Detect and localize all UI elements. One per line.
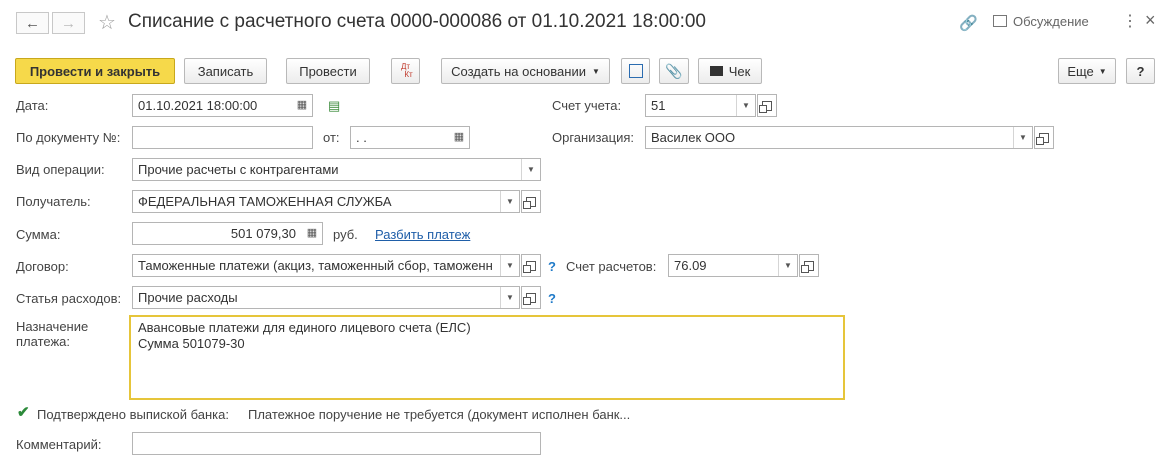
purpose-textarea[interactable]: Авансовые платежи для единого лицевого с… bbox=[129, 315, 845, 400]
settlement-account-label: Счет расчетов: bbox=[566, 259, 657, 274]
purpose-line-2: Сумма 501079-30 bbox=[138, 336, 245, 351]
calculator-icon[interactable]: ▦ bbox=[302, 223, 322, 244]
forward-button[interactable]: → bbox=[52, 12, 85, 34]
doc-date-field[interactable]: . . ▦ bbox=[350, 126, 470, 149]
contract-label: Договор: bbox=[16, 259, 69, 274]
purpose-label-line1: Назначение bbox=[16, 319, 89, 334]
settlement-account-select[interactable]: 76.09 ▼ bbox=[668, 254, 798, 277]
account-select[interactable]: 51 ▼ bbox=[645, 94, 756, 117]
from-label: от: bbox=[323, 130, 340, 145]
confirmed-label: Подтверждено выпиской банка: bbox=[37, 407, 229, 422]
arrow-left-icon: ← bbox=[25, 14, 40, 32]
open-settlement-account-button[interactable] bbox=[799, 254, 819, 277]
date-label: Дата: bbox=[16, 98, 49, 113]
expense-value: Прочие расходы bbox=[138, 290, 238, 305]
receipt-label: Чек bbox=[728, 63, 751, 79]
contract-select[interactable]: Таможенные платежи (акциз, таможенный сб… bbox=[132, 254, 520, 277]
comment-field[interactable] bbox=[132, 432, 541, 455]
payment-order-status: Платежное поручение не требуется (докуме… bbox=[248, 407, 631, 422]
contract-help-icon[interactable]: ? bbox=[548, 259, 556, 274]
discussion-label: Обсуждение bbox=[1013, 14, 1089, 29]
organization-select[interactable]: Василек ООО ▼ bbox=[645, 126, 1033, 149]
structure-button[interactable] bbox=[621, 58, 650, 84]
chevron-down-icon[interactable]: ▼ bbox=[500, 191, 519, 212]
chat-icon bbox=[993, 15, 1007, 27]
comment-label: Комментарий: bbox=[16, 437, 102, 452]
dt-kt-button[interactable]: Дт Кт bbox=[391, 58, 420, 84]
chevron-down-icon: ▼ bbox=[591, 66, 600, 76]
purpose-label-line2: платежа: bbox=[16, 334, 70, 349]
arrow-right-icon: → bbox=[61, 14, 76, 32]
currency-label: руб. bbox=[333, 227, 358, 242]
date-field[interactable]: 01.10.2021 18:00:00 ▦ bbox=[132, 94, 313, 117]
chevron-down-icon[interactable]: ▼ bbox=[736, 95, 755, 116]
open-account-button[interactable] bbox=[757, 94, 777, 117]
link-icon[interactable]: 🔗 bbox=[959, 14, 978, 32]
open-icon bbox=[1036, 132, 1049, 145]
more-label: Еще bbox=[1067, 63, 1094, 79]
chevron-down-icon[interactable]: ▼ bbox=[500, 287, 519, 308]
create-based-on-label: Создать на основании bbox=[451, 63, 586, 79]
cash-register-icon bbox=[709, 66, 723, 76]
open-recipient-button[interactable] bbox=[521, 190, 541, 213]
open-icon bbox=[523, 260, 536, 273]
chevron-down-icon[interactable]: ▼ bbox=[1013, 127, 1032, 148]
open-icon bbox=[759, 100, 772, 113]
chevron-down-icon[interactable]: ▼ bbox=[521, 159, 540, 180]
split-payment-link[interactable]: Разбить платеж bbox=[375, 227, 470, 242]
calendar-icon[interactable]: ▦ bbox=[449, 127, 469, 148]
organization-label: Организация: bbox=[552, 130, 635, 145]
recipient-label: Получатель: bbox=[16, 194, 91, 209]
help-button[interactable]: ? bbox=[1126, 58, 1155, 84]
vertical-dots-icon[interactable]: ⋮ bbox=[1122, 11, 1138, 31]
hierarchy-icon bbox=[628, 64, 643, 78]
doc-number-label: По документу №: bbox=[16, 130, 121, 145]
paperclip-icon: 📎 bbox=[665, 62, 683, 79]
open-expense-button[interactable] bbox=[521, 286, 541, 309]
back-button[interactable]: ← bbox=[16, 12, 49, 34]
create-based-on-button[interactable]: Создать на основании ▼ bbox=[441, 58, 610, 84]
expense-select[interactable]: Прочие расходы ▼ bbox=[132, 286, 520, 309]
star-icon[interactable]: ☆ bbox=[98, 10, 116, 35]
more-button[interactable]: Еще ▼ bbox=[1058, 58, 1116, 84]
organization-value: Василек ООО bbox=[651, 130, 736, 145]
chevron-down-icon[interactable]: ▼ bbox=[500, 255, 519, 276]
recipient-select[interactable]: ФЕДЕРАЛЬНАЯ ТАМОЖЕННАЯ СЛУЖБА ▼ bbox=[132, 190, 520, 213]
kt-label: Кт bbox=[404, 70, 413, 79]
purpose-line-1: Авансовые платежи для единого лицевого с… bbox=[138, 320, 471, 335]
green-doc-icon[interactable]: ▤ bbox=[328, 98, 340, 114]
open-icon bbox=[801, 260, 814, 273]
close-icon[interactable]: × bbox=[1145, 10, 1156, 31]
post-and-close-button[interactable]: Провести и закрыть bbox=[15, 58, 175, 84]
open-icon bbox=[523, 196, 536, 209]
doc-number-field[interactable] bbox=[132, 126, 313, 149]
chevron-down-icon: ▼ bbox=[1098, 66, 1107, 76]
receipt-button[interactable]: Чек bbox=[698, 58, 762, 84]
recipient-value: ФЕДЕРАЛЬНАЯ ТАМОЖЕННАЯ СЛУЖБА bbox=[138, 194, 392, 209]
date-value: 01.10.2021 18:00:00 bbox=[138, 98, 258, 113]
expense-help-icon[interactable]: ? bbox=[548, 291, 556, 306]
account-label: Счет учета: bbox=[552, 98, 622, 113]
post-button[interactable]: Провести bbox=[286, 58, 370, 84]
open-icon bbox=[523, 292, 536, 305]
chevron-down-icon[interactable]: ▼ bbox=[778, 255, 797, 276]
operation-label: Вид операции: bbox=[16, 162, 105, 177]
sum-label: Сумма: bbox=[16, 227, 61, 242]
operation-value: Прочие расчеты с контрагентами bbox=[138, 162, 339, 177]
sum-field[interactable]: 501 079,30 ▦ bbox=[132, 222, 323, 245]
write-button[interactable]: Записать bbox=[184, 58, 267, 84]
contract-value: Таможенные платежи (акциз, таможенный сб… bbox=[138, 258, 493, 273]
operation-select[interactable]: Прочие расчеты с контрагентами ▼ bbox=[132, 158, 541, 181]
page-title: Списание с расчетного счета 0000-000086 … bbox=[128, 11, 706, 32]
confirmed-checkbox[interactable]: ✔ bbox=[17, 405, 31, 420]
discussion-button[interactable]: Обсуждение bbox=[993, 14, 1089, 29]
open-organization-button[interactable] bbox=[1034, 126, 1054, 149]
sum-value: 501 079,30 bbox=[230, 226, 296, 241]
open-contract-button[interactable] bbox=[521, 254, 541, 277]
expense-label: Статья расходов: bbox=[16, 291, 122, 306]
calendar-icon[interactable]: ▦ bbox=[292, 95, 312, 116]
attach-button[interactable]: 📎 bbox=[659, 58, 689, 84]
